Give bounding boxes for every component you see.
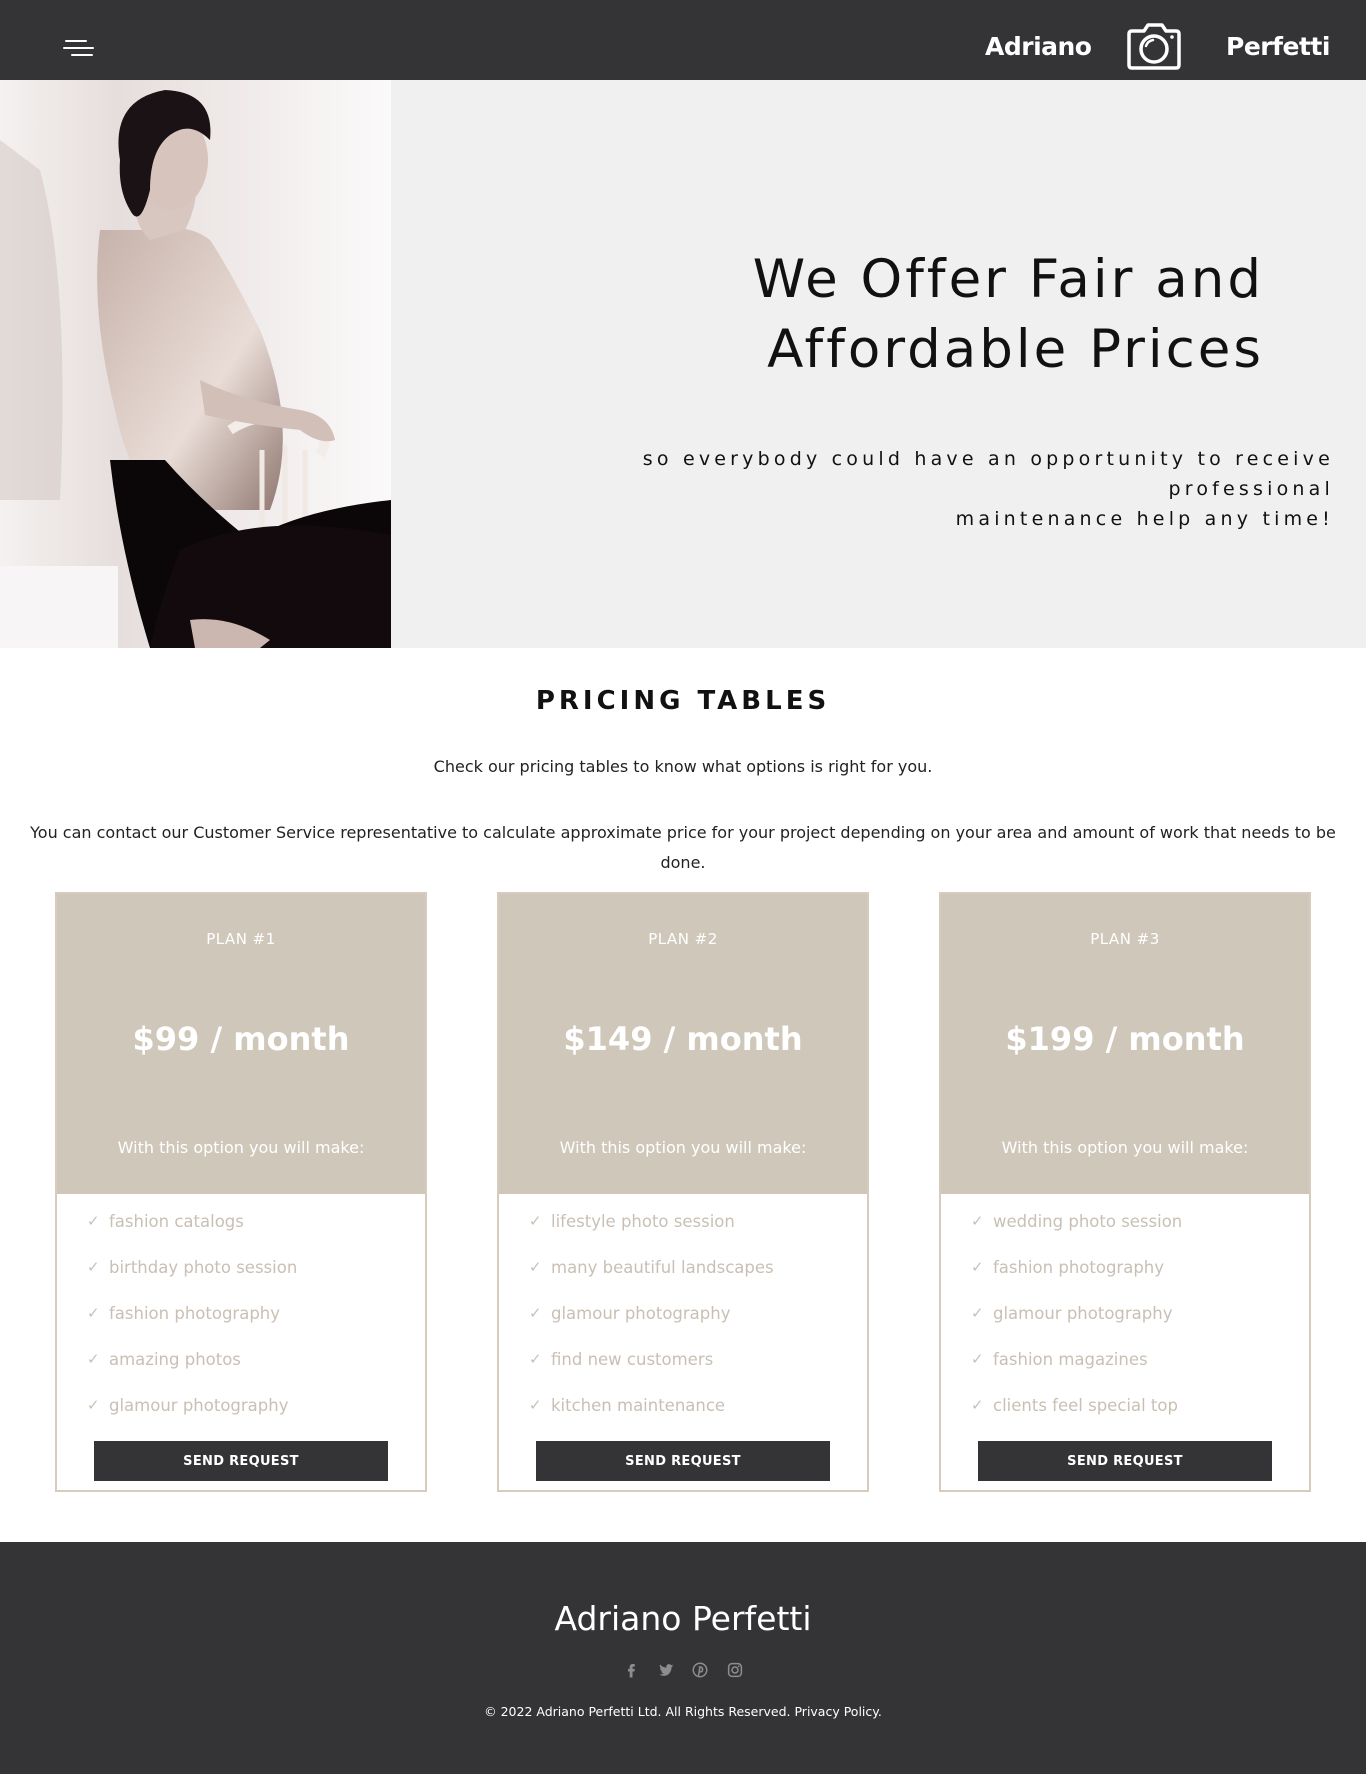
check-icon: ✓: [529, 1396, 542, 1414]
pinterest-icon[interactable]: [689, 1659, 711, 1681]
feature-label: glamour photography: [993, 1304, 1173, 1323]
feature-label: glamour photography: [109, 1396, 289, 1415]
feature-label: fashion magazines: [993, 1350, 1148, 1369]
list-item: ✓ fashion photography: [87, 1304, 297, 1350]
top-navigation-bar: Adriano Perfetti: [0, 0, 1366, 80]
check-icon: ✓: [87, 1212, 100, 1230]
send-request-button[interactable]: SEND REQUEST: [536, 1441, 830, 1481]
copyright-notice: © 2022 Adriano Perfetti Ltd. All Rights …: [484, 1704, 791, 1719]
list-item: ✓ kitchen maintenance: [529, 1396, 774, 1442]
check-icon: ✓: [87, 1396, 100, 1414]
list-item: ✓ find new customers: [529, 1350, 774, 1396]
feature-label: many beautiful landscapes: [551, 1258, 774, 1277]
pricing-card-plan-2: PLAN #2 $149 / month With this option yo…: [497, 892, 869, 1492]
check-icon: ✓: [971, 1396, 984, 1414]
site-footer: Adriano Perfetti © 2022 Adriano Perfetti…: [0, 1542, 1366, 1774]
privacy-policy-link[interactable]: Privacy Policy.: [794, 1704, 881, 1719]
check-icon: ✓: [971, 1350, 984, 1368]
check-icon: ✓: [971, 1212, 984, 1230]
check-icon: ✓: [87, 1304, 100, 1322]
feature-label: clients feel special top: [993, 1396, 1178, 1415]
pricing-card-plan-1: PLAN #1 $99 / month With this option you…: [55, 892, 427, 1492]
pricing-intro: Check our pricing tables to know what op…: [433, 757, 933, 776]
plan-name: PLAN #1: [206, 930, 276, 948]
check-icon: ✓: [87, 1258, 100, 1276]
brand-last-name[interactable]: Perfetti: [1226, 34, 1330, 59]
list-item: ✓ many beautiful landscapes: [529, 1258, 774, 1304]
camera-icon[interactable]: [1127, 21, 1181, 71]
send-request-button[interactable]: SEND REQUEST: [978, 1441, 1272, 1481]
twitter-icon[interactable]: [655, 1659, 677, 1681]
pricing-description: You can contact our Customer Service rep…: [30, 823, 1336, 872]
plan-feature-list: ✓ wedding photo session ✓ fashion photogra…: [971, 1212, 1182, 1442]
instagram-icon[interactable]: [724, 1659, 746, 1681]
check-icon: ✓: [87, 1350, 100, 1368]
pricing-card-header: PLAN #3 $199 / month With this option yo…: [941, 894, 1309, 1194]
plan-name: PLAN #3: [1090, 930, 1160, 948]
list-item: ✓ amazing photos: [87, 1350, 297, 1396]
check-icon: ✓: [529, 1304, 542, 1322]
check-icon: ✓: [529, 1258, 542, 1276]
hero-subtitle-line1: so everybody could have an opportunity t…: [642, 448, 1334, 500]
copyright-text: © 2022 Adriano Perfetti Ltd. All Rights …: [0, 1704, 1366, 1719]
list-item: ✓ fashion magazines: [971, 1350, 1182, 1396]
brand-first-name[interactable]: Adriano: [985, 34, 1092, 59]
check-icon: ✓: [971, 1304, 984, 1322]
send-request-button[interactable]: SEND REQUEST: [94, 1441, 388, 1481]
check-icon: ✓: [529, 1212, 542, 1230]
plan-price: $99 / month: [132, 1020, 350, 1058]
pricing-section-title: PRICING TABLES: [535, 686, 831, 716]
hero-model-photo: [0, 80, 391, 648]
list-item: ✓ clients feel special top: [971, 1396, 1182, 1442]
list-item: ✓ fashion catalogs: [87, 1212, 297, 1258]
plan-tagline: With this option you will make:: [559, 1138, 807, 1157]
feature-label: wedding photo session: [993, 1212, 1183, 1231]
check-icon: ✓: [971, 1258, 984, 1276]
list-item: ✓ fashion photography: [971, 1258, 1182, 1304]
plan-feature-list: ✓ lifestyle photo session ✓ many beautiful…: [529, 1212, 774, 1442]
hero-title-line2: Affordable Prices: [767, 319, 1264, 380]
feature-label: find new customers: [551, 1350, 714, 1369]
feature-label: glamour photography: [551, 1304, 731, 1323]
list-item: ✓ wedding photo session: [971, 1212, 1182, 1258]
list-item: ✓ glamour photography: [87, 1396, 297, 1442]
pricing-card-plan-3: PLAN #3 $199 / month With this option yo…: [939, 892, 1311, 1492]
list-item: ✓ birthday photo session: [87, 1258, 297, 1304]
feature-label: amazing photos: [109, 1350, 241, 1369]
hero-title: We Offer Fair and Affordable Prices: [650, 245, 1264, 385]
facebook-icon[interactable]: [620, 1659, 642, 1681]
feature-label: fashion photography: [993, 1258, 1165, 1277]
feature-label: fashion catalogs: [109, 1212, 244, 1231]
pricing-card-header: PLAN #1 $99 / month With this option you…: [57, 894, 425, 1194]
check-icon: ✓: [529, 1350, 542, 1368]
plan-feature-list: ✓ fashion catalogs ✓ birthday photo sessio…: [87, 1212, 297, 1442]
list-item: ✓ glamour photography: [971, 1304, 1182, 1350]
hero-section: We Offer Fair and Affordable Prices so e…: [0, 80, 1366, 648]
plan-price: $199 / month: [1005, 1020, 1245, 1058]
social-links: [620, 1659, 746, 1683]
feature-label: fashion photography: [109, 1304, 281, 1323]
plan-tagline: With this option you will make:: [1001, 1138, 1249, 1157]
feature-label: birthday photo session: [109, 1258, 298, 1277]
list-item: ✓ glamour photography: [529, 1304, 774, 1350]
hamburger-menu-icon[interactable]: [63, 38, 97, 62]
hero-subtitle: so everybody could have an opportunity t…: [470, 444, 1334, 534]
feature-label: kitchen maintenance: [551, 1396, 726, 1415]
hero-subtitle-line2: maintenance help any time!: [955, 508, 1334, 530]
feature-label: lifestyle photo session: [551, 1212, 735, 1231]
pricing-card-header: PLAN #2 $149 / month With this option yo…: [499, 894, 867, 1194]
plan-name: PLAN #2: [648, 930, 718, 948]
footer-brand[interactable]: Adriano Perfetti: [0, 1599, 1366, 1638]
list-item: ✓ lifestyle photo session: [529, 1212, 774, 1258]
plan-tagline: With this option you will make:: [117, 1138, 365, 1157]
plan-price: $149 / month: [563, 1020, 803, 1058]
hero-title-line1: We Offer Fair and: [752, 249, 1264, 310]
